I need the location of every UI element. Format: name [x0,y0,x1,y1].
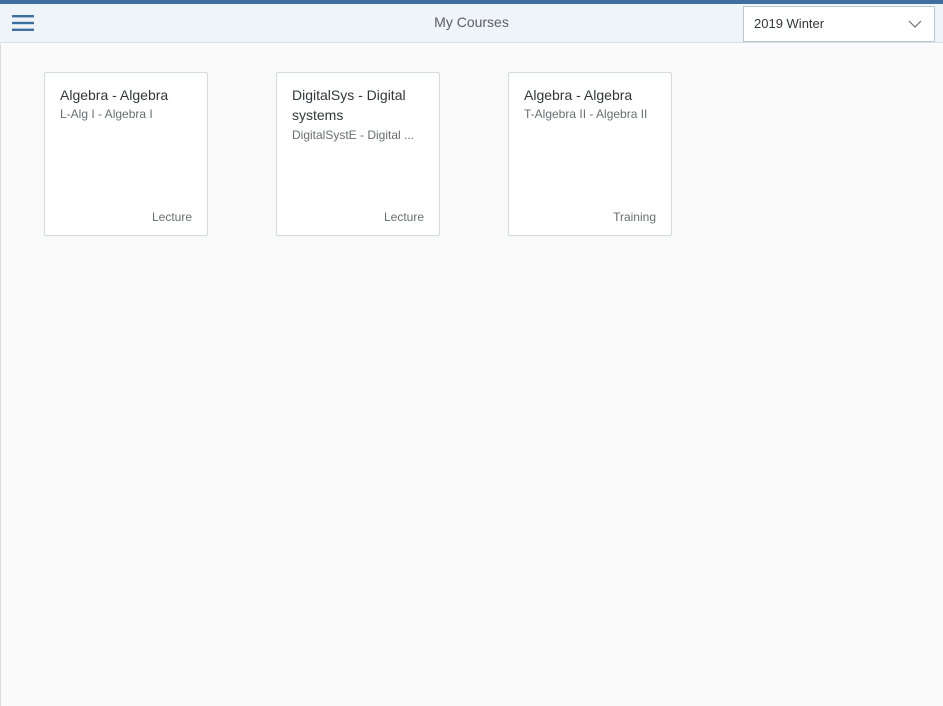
left-edge-divider [0,44,1,706]
hamburger-menu-icon [12,15,34,31]
course-title: Algebra - Algebra [60,87,169,103]
term-select-value: 2019 Winter [754,16,825,31]
course-tile[interactable]: DigitalSys - Digital systems DigitalSyst… [276,72,440,236]
course-subtitle: T-Algebra II - Algebra II [524,107,648,121]
course-type: Lecture [383,210,424,224]
course-tile[interactable]: Algebra - Algebra L-Alg I - Algebra I Le… [44,72,208,236]
course-title: DigitalSys - Digital systems [292,87,406,123]
course-subtitle: L-Alg I - Algebra I [60,107,153,121]
course-title: Algebra - Algebra [524,87,633,103]
course-type: Lecture [151,210,192,224]
menu-button[interactable] [10,10,36,36]
term-select[interactable]: 2019 Winter [743,6,935,42]
course-tile[interactable]: Algebra - Algebra T-Algebra II - Algebra… [508,72,672,236]
app-header: My Courses 2019 Winter [0,4,943,43]
chevron-down-icon [908,20,922,28]
course-type: Training [613,210,656,224]
course-subtitle: DigitalSystE - Digital ... [292,128,415,142]
